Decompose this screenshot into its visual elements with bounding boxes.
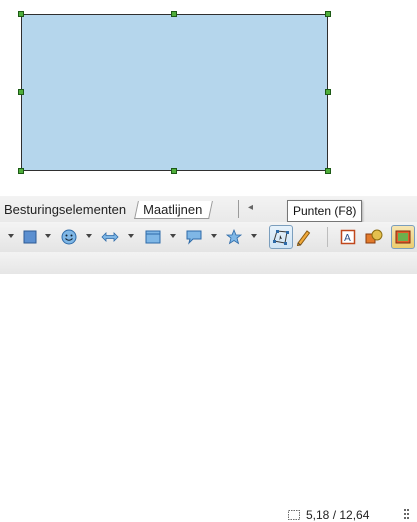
- square-icon: [23, 230, 37, 244]
- callout-icon: [186, 230, 202, 245]
- chevron-down-icon[interactable]: [86, 234, 92, 238]
- svg-text:A: A: [344, 233, 351, 244]
- drawing-toolbar: A: [0, 222, 417, 253]
- fontwork-button[interactable]: [363, 227, 385, 247]
- chevron-down-icon[interactable]: [8, 234, 14, 238]
- tab-controls[interactable]: Besturingselementen: [0, 201, 130, 218]
- drawing-canvas[interactable]: [0, 0, 417, 196]
- selection-handle-bottom-middle[interactable]: [171, 168, 177, 174]
- block-arrows-button[interactable]: [99, 227, 121, 247]
- chevron-down-icon[interactable]: [251, 234, 257, 238]
- selection-handle-middle-right[interactable]: [325, 89, 331, 95]
- text-frame-icon: A: [340, 229, 356, 245]
- double-arrow-icon: [101, 232, 119, 242]
- rectangle-shape[interactable]: [21, 14, 328, 171]
- glue-points-button[interactable]: [293, 227, 313, 247]
- selection-handle-top-right[interactable]: [325, 11, 331, 17]
- selection-handle-top-left[interactable]: [18, 11, 24, 17]
- scroll-left-icon[interactable]: ◂: [248, 202, 253, 213]
- symbol-shapes-button[interactable]: [59, 227, 79, 247]
- flowchart-button[interactable]: [143, 227, 163, 247]
- callouts-button[interactable]: [183, 227, 205, 247]
- basic-shapes-button[interactable]: [21, 227, 39, 247]
- text-frame-button[interactable]: A: [337, 227, 359, 247]
- tab-controls-label: Besturingselementen: [4, 202, 127, 217]
- pencil-icon: [296, 230, 311, 246]
- status-bar: 5,18 / 12,64: [0, 252, 417, 522]
- selection-handle-top-middle[interactable]: [171, 11, 177, 17]
- selection-handle-middle-left[interactable]: [18, 89, 24, 95]
- fontwork-icon: [365, 229, 383, 244]
- chevron-down-icon[interactable]: [128, 234, 134, 238]
- tooltip: Punten (F8): [287, 200, 363, 222]
- smiley-icon: [61, 229, 77, 245]
- selection-handle-bottom-left[interactable]: [18, 168, 24, 174]
- resize-grip-icon[interactable]: [404, 509, 410, 521]
- toggle-extrusion-button[interactable]: [391, 225, 415, 249]
- position-icon: [288, 510, 300, 520]
- selection-handle-bottom-right[interactable]: [325, 168, 331, 174]
- star-icon: [226, 229, 242, 245]
- tab-dimensions-label: Maatlijnen: [143, 202, 203, 217]
- tooltip-text: Punten (F8): [293, 204, 357, 218]
- chevron-down-icon[interactable]: [211, 234, 217, 238]
- points-button[interactable]: [269, 225, 293, 249]
- stars-button[interactable]: [224, 227, 244, 247]
- chevron-down-icon[interactable]: [45, 234, 51, 238]
- points-icon: [273, 230, 289, 245]
- position-readout: 5,18 / 12,64: [306, 508, 370, 522]
- chevron-down-icon[interactable]: [170, 234, 176, 238]
- toolbar-separator: [327, 227, 328, 247]
- extrusion-icon: [395, 230, 411, 244]
- flowchart-icon: [145, 230, 161, 244]
- tab-dimensions[interactable]: Maatlijnen: [134, 201, 214, 219]
